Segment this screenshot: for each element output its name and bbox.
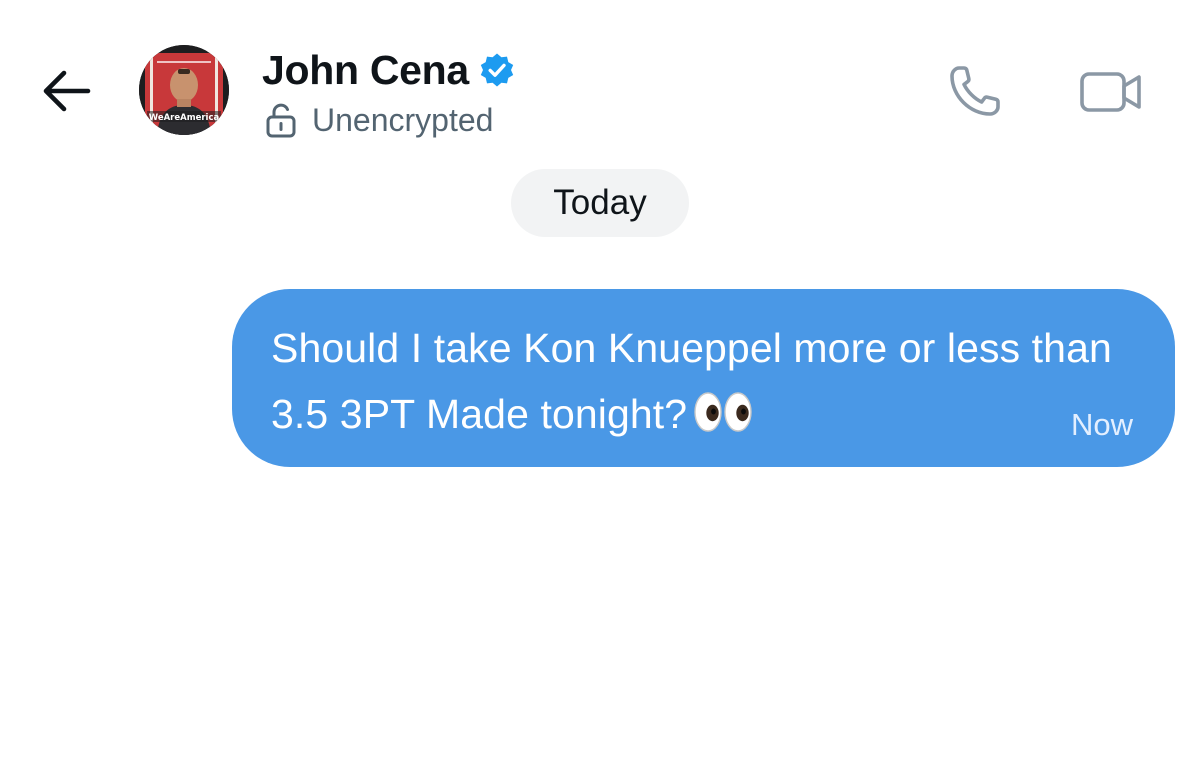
back-button[interactable]	[38, 66, 94, 116]
avatar-caption: WeAreAmerica	[149, 113, 220, 123]
voice-call-button[interactable]	[946, 62, 1006, 120]
verified-badge-icon	[480, 53, 514, 87]
video-call-button[interactable]	[1078, 66, 1144, 118]
contact-name[interactable]: John Cena	[262, 44, 469, 96]
contact-name-row: John Cena	[262, 44, 515, 96]
message-timestamp: Now	[1070, 407, 1133, 442]
phone-icon	[950, 66, 1000, 116]
message-text-container: Should I take Kon Knueppel more or less …	[271, 315, 1141, 447]
encryption-status-row: Unencrypted	[264, 100, 493, 140]
sent-message-bubble[interactable]: Should I take Kon Knueppel more or less …	[232, 289, 1175, 467]
unlocked-padlock-icon	[266, 103, 296, 138]
avatar[interactable]: WeAreAmerica	[139, 45, 229, 135]
conversation-header: WeAreAmerica John Cena Unencrypted	[0, 0, 1200, 150]
encryption-status-text: Unencrypted	[312, 102, 494, 138]
video-camera-icon	[1080, 72, 1141, 112]
arrow-left-icon	[43, 70, 91, 112]
dm-conversation-screen: WeAreAmerica John Cena Unencrypted Today…	[0, 0, 1200, 760]
message-text: Should I take Kon Knueppel more or less …	[271, 325, 1112, 437]
date-separator: Today	[511, 169, 689, 237]
avatar-image: WeAreAmerica	[139, 45, 229, 135]
eyes-emoji-icon	[693, 390, 753, 434]
date-separator-label: Today	[553, 183, 647, 222]
